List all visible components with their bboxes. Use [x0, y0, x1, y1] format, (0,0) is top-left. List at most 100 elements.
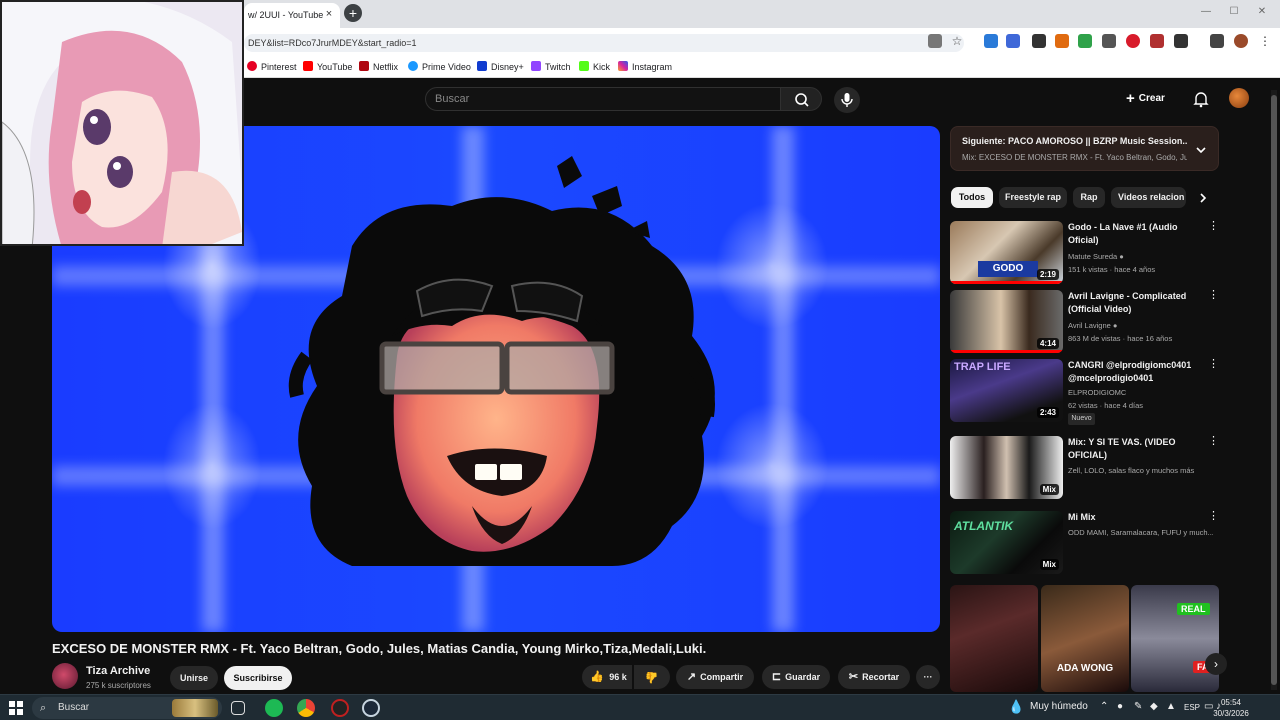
short-thumbnail[interactable]: [950, 585, 1038, 692]
short-thumbnail[interactable]: REAL FAKE: [1131, 585, 1219, 692]
voice-search-button[interactable]: [834, 87, 860, 113]
app-tray-icon[interactable]: ◆: [1150, 701, 1158, 712]
clip-button[interactable]: ✂ Recortar: [838, 665, 910, 689]
like-button[interactable]: 👍 96 k: [582, 665, 632, 689]
recommendation-card[interactable]: ATLANTIK Mix Mi Mix ODD MAMI, Saramalaca…: [950, 511, 1220, 577]
extension-icon[interactable]: [1150, 34, 1164, 48]
app-icon[interactable]: [331, 699, 349, 717]
recommendation-title[interactable]: CANGRI @elprodigiomc0401 @mcelprodigio04…: [1068, 359, 1208, 385]
profile-icon[interactable]: [1234, 34, 1248, 48]
video-thumbnail[interactable]: GODO 2:19: [950, 221, 1063, 284]
short-caption: REAL: [1177, 603, 1210, 615]
bookmark-prime-video[interactable]: Prime Video: [408, 60, 471, 74]
extension-icon[interactable]: [1032, 34, 1046, 48]
recommendation-card[interactable]: Mix Mix: Y SI TE VAS. (VIDEO OFICIAL) Ze…: [950, 436, 1220, 502]
tab-close-icon[interactable]: ×: [322, 7, 336, 21]
bookmark-pinterest[interactable]: Pinterest: [247, 60, 297, 74]
taskbar-search-input[interactable]: ⌕ Buscar: [32, 697, 222, 719]
share-button[interactable]: ↗ Compartir: [676, 665, 754, 689]
new-tab-button[interactable]: +: [344, 4, 362, 22]
more-options-icon[interactable]: ⋮: [1208, 221, 1219, 232]
recommendation-channel[interactable]: Avril Lavigne ●: [1068, 320, 1213, 331]
steam-icon[interactable]: [362, 699, 380, 717]
more-actions-button[interactable]: ···: [916, 665, 940, 689]
tray-chevron-icon[interactable]: ⌃: [1100, 701, 1108, 712]
bookmark-disney[interactable]: Disney+: [477, 60, 524, 74]
bookmark-youtube[interactable]: YouTube: [303, 60, 352, 74]
app-tray-icon[interactable]: ▲: [1166, 701, 1176, 712]
share-icon: ↗: [686, 671, 697, 683]
page-scrollbar[interactable]: [1271, 90, 1277, 690]
create-button[interactable]: + Crear: [1126, 89, 1165, 109]
chip-rap[interactable]: Rap: [1073, 187, 1105, 208]
extension-icon[interactable]: [1055, 34, 1069, 48]
close-window-button[interactable]: ✕: [1252, 6, 1272, 17]
video-thumbnail[interactable]: 4:14: [950, 290, 1063, 353]
chip-videos-relacionados[interactable]: Videos relacion: [1111, 187, 1186, 208]
spotify-icon[interactable]: [265, 699, 283, 717]
bookmark-twitch[interactable]: Twitch: [531, 60, 571, 74]
install-app-icon[interactable]: [928, 34, 942, 48]
video-thumbnail[interactable]: TRAP LIFE 2:43: [950, 359, 1063, 422]
recommendation-channel[interactable]: ELPRODIGIOMC: [1068, 387, 1213, 398]
more-options-icon[interactable]: ⋮: [1208, 511, 1219, 522]
bookmark-instagram[interactable]: Instagram: [618, 60, 672, 74]
chip-todos[interactable]: Todos: [951, 187, 993, 208]
recommendation-card[interactable]: GODO 2:19 Godo - La Nave #1 (Audio Ofici…: [950, 221, 1220, 287]
bookmark-netflix[interactable]: Netflix: [359, 60, 398, 74]
account-avatar[interactable]: [1229, 88, 1249, 108]
search-input[interactable]: Buscar: [425, 87, 781, 111]
dislike-button[interactable]: 👍: [634, 665, 670, 689]
more-options-icon[interactable]: ⋮: [1208, 359, 1219, 370]
recommendation-title[interactable]: Godo - La Nave #1 (Audio Oficial): [1068, 221, 1208, 247]
clock-time[interactable]: 05:54: [1212, 698, 1250, 707]
language-indicator[interactable]: ESP: [1184, 703, 1200, 712]
more-options-icon[interactable]: ⋮: [1208, 290, 1219, 301]
minimize-button[interactable]: —: [1196, 6, 1216, 17]
windows-start-icon[interactable]: [9, 701, 23, 715]
extension-icon[interactable]: [1126, 34, 1140, 48]
chrome-icon[interactable]: [297, 699, 315, 717]
chevron-down-icon[interactable]: [1194, 143, 1208, 157]
subscribe-button[interactable]: Suscribirse: [224, 666, 292, 690]
extension-icon[interactable]: [984, 34, 998, 48]
shorts-next-button[interactable]: ›: [1205, 653, 1227, 675]
clock-date[interactable]: 30/3/2026: [1205, 709, 1257, 718]
channel-avatar[interactable]: [52, 663, 78, 689]
video-title: EXCESO DE MONSTER RMX - Ft. Yaco Beltran…: [52, 641, 707, 656]
notifications-button[interactable]: [1192, 90, 1210, 108]
weather-text[interactable]: Muy húmedo: [1030, 701, 1088, 712]
bookmark-star-icon[interactable]: ☆: [950, 34, 964, 48]
extension-icon[interactable]: [1078, 34, 1092, 48]
scrollbar-thumb[interactable]: [1271, 95, 1277, 685]
video-thumbnail[interactable]: Mix: [950, 436, 1063, 499]
recommendation-card[interactable]: 4:14 Avril Lavigne - Complicated (Offici…: [950, 290, 1220, 356]
up-next-panel[interactable]: Siguiente: PACO AMOROSO || BZRP Music Se…: [950, 126, 1219, 171]
join-button[interactable]: Unirse: [170, 666, 218, 690]
pen-tray-icon[interactable]: ✎: [1134, 701, 1142, 712]
recommendation-title[interactable]: Avril Lavigne - Complicated (Official Vi…: [1068, 290, 1208, 316]
extension-icon[interactable]: [1102, 34, 1116, 48]
recommendation-title[interactable]: Mi Mix: [1068, 511, 1208, 524]
menu-icon[interactable]: ⋮: [1258, 34, 1272, 48]
channel-name[interactable]: Tiza Archive: [86, 665, 150, 677]
search-button[interactable]: [780, 87, 822, 111]
maximize-button[interactable]: ☐: [1224, 6, 1244, 17]
more-options-icon[interactable]: ⋮: [1208, 436, 1219, 447]
extensions-puzzle-icon[interactable]: [1174, 34, 1188, 48]
recommendation-card[interactable]: TRAP LIFE 2:43 CANGRI @elprodigiomc0401 …: [950, 359, 1220, 425]
reading-list-icon[interactable]: [1210, 34, 1224, 48]
chip-freestyle-rap[interactable]: Freestyle rap: [999, 187, 1067, 208]
microphone-tray-icon[interactable]: ●: [1117, 701, 1123, 712]
address-bar[interactable]: DEY&list=RDco7JrurMDEY&start_radio=1: [244, 34, 964, 52]
video-thumbnail[interactable]: ATLANTIK Mix: [950, 511, 1063, 574]
recommendation-title[interactable]: Mix: Y SI TE VAS. (VIDEO OFICIAL): [1068, 436, 1208, 462]
chevron-right-icon[interactable]: [1197, 191, 1209, 205]
extension-icon[interactable]: [1006, 34, 1020, 48]
screen: w/ 2UUI - YouTube × + — ☐ ✕ DEY&list=RDc…: [0, 0, 1280, 720]
task-view-icon[interactable]: [231, 701, 245, 715]
bookmark-kick[interactable]: Kick: [579, 60, 610, 74]
recommendation-channel[interactable]: Matute Sureda ●: [1068, 251, 1213, 262]
save-button[interactable]: ⊏ Guardar: [762, 665, 830, 689]
short-thumbnail[interactable]: ADA WONG: [1041, 585, 1129, 692]
